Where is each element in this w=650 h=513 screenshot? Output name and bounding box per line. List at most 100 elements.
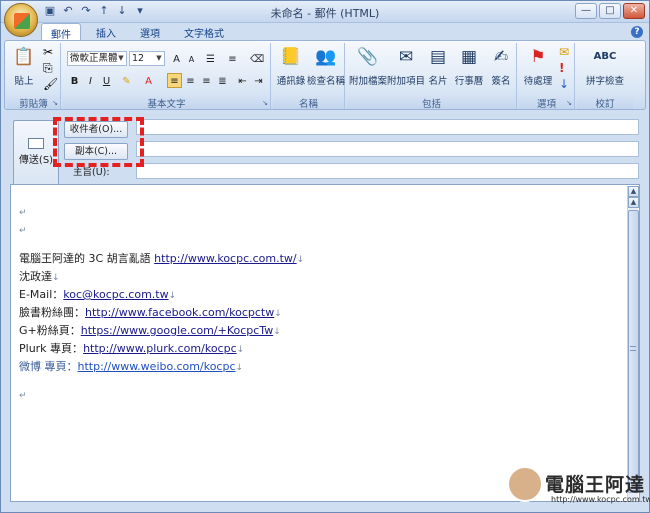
body-text: ↵ ↵ 電腦王阿達的 3C 胡言亂語 http://www.kocpc.com.… <box>19 203 619 493</box>
font-color-icon[interactable]: A <box>141 73 156 88</box>
numbering-icon[interactable]: ≡ <box>225 51 240 66</box>
body-line: 沈政達↓ <box>19 270 60 283</box>
attach-item-label: 附加項目 <box>387 76 426 87</box>
dialog-launcher-icon[interactable]: ↘ <box>52 99 58 107</box>
tab-message[interactable]: 郵件 <box>41 23 81 41</box>
abc-check-icon: ABC <box>593 51 617 62</box>
highlight-annotation <box>53 117 144 167</box>
window-title: 未命名 - 郵件 (HTML) <box>270 7 380 20</box>
calendar-button[interactable]: ▦ 行事曆 <box>451 45 487 87</box>
email-link[interactable]: koc@kocpc.com.tw <box>63 288 168 301</box>
dialog-launcher-icon[interactable]: ↘ <box>262 99 268 107</box>
check-names-label: 檢查名稱 <box>307 76 346 87</box>
group-basic-text: 微軟正黑體 ▼ 12 ▼ A A ☰ ≡ ⌫ B I U ✎ A ≡ ≡ ≡ ≣… <box>63 43 271 110</box>
watermark-name: 電腦王阿達 <box>545 474 646 496</box>
vertical-scrollbar[interactable]: ▲ ▲ <box>627 186 639 500</box>
outlook-compose-window: ▣ ↶ ↷ ↑ ↓ ▾ 未命名 - 郵件 (HTML) — □ ✕ 郵件 插入 … <box>0 0 650 513</box>
attach-item-button[interactable]: ✉ 附加項目 <box>387 45 425 87</box>
permission-icon[interactable]: ✉ <box>559 45 569 59</box>
close-button[interactable]: ✕ <box>623 3 645 19</box>
italic-button[interactable]: I <box>83 73 98 88</box>
business-card-label: 名片 <box>428 76 448 87</box>
scroll-grip-icon <box>630 346 636 351</box>
shrink-font-icon[interactable]: A <box>184 51 199 66</box>
grow-font-icon[interactable]: A <box>169 51 184 66</box>
weibo-link[interactable]: http://www.weibo.com/kocpc <box>78 360 236 373</box>
align-center-icon[interactable]: ≡ <box>183 73 198 88</box>
attach-file-button[interactable]: 📎 附加檔案 <box>349 45 387 87</box>
bullets-icon[interactable]: ☰ <box>203 51 218 66</box>
cut-icon[interactable]: ✂ <box>43 45 53 59</box>
high-importance-icon[interactable]: ! <box>559 61 564 75</box>
body-line: E-Mail：koc@kocpc.com.tw↓ <box>19 288 177 301</box>
blog-link[interactable]: http://www.kocpc.com.tw/ <box>154 252 296 265</box>
office-button[interactable] <box>4 3 38 37</box>
scroll-thumb[interactable] <box>628 210 639 493</box>
body-line: 微博 專頁：http://www.weibo.com/kocpc↓ <box>19 360 244 373</box>
maximize-button[interactable]: □ <box>599 3 621 19</box>
line-break-mark: ↓ <box>52 273 60 283</box>
plurk-link[interactable]: http://www.plurk.com/kocpc <box>83 342 237 355</box>
ribbon: 📋 貼上 ✂ ⎘ 🖌 剪貼簿 ↘ 微軟正黑體 ▼ 12 ▼ A A ☰ ≡ ⌫ <box>4 40 646 110</box>
paragraph-mark: ↵ <box>19 208 27 218</box>
google-plus-link[interactable]: https://www.google.com/+KocpcTw <box>81 324 273 337</box>
watermark: 電腦王阿達 http://www.kocpc.com.tw <box>507 466 650 508</box>
tab-format-text[interactable]: 文字格式 <box>175 23 233 40</box>
body-line: 電腦王阿達的 3C 胡言亂語 http://www.kocpc.com.tw/↓ <box>19 252 305 265</box>
address-book-button[interactable]: 📒 通訊錄 <box>275 45 307 87</box>
line-break-mark: ↓ <box>168 291 177 301</box>
low-importance-icon[interactable]: ↓ <box>559 77 569 91</box>
message-header: 傳送(S) 收件者(O)... 副本(C)... 主旨(U): <box>10 115 642 190</box>
line-break-mark: ↓ <box>273 327 281 337</box>
clear-format-icon[interactable]: ⌫ <box>249 51 264 66</box>
to-field[interactable] <box>136 119 639 135</box>
minimize-button[interactable]: — <box>575 3 597 19</box>
underline-button[interactable]: U <box>99 73 114 88</box>
title-bar: ▣ ↶ ↷ ↑ ↓ ▾ 未命名 - 郵件 (HTML) — □ ✕ <box>1 1 649 23</box>
format-painter-icon[interactable]: 🖌 <box>43 77 58 91</box>
business-card-button[interactable]: ▤ 名片 <box>425 45 451 87</box>
body-line: Plurk 專頁：http://www.plurk.com/kocpc↓ <box>19 342 245 355</box>
tab-insert[interactable]: 插入 <box>87 23 125 40</box>
decrease-indent-icon[interactable]: ⇤ <box>235 73 250 88</box>
envelope-icon: ✉ <box>398 47 414 67</box>
bold-button[interactable]: B <box>67 73 82 88</box>
group-names: 📒 通訊錄 👥 檢查名稱 名稱 <box>273 43 345 110</box>
chevron-down-icon: ▼ <box>156 54 162 62</box>
font-size-combo[interactable]: 12 ▼ <box>129 51 165 66</box>
dialog-launcher-icon[interactable]: ↘ <box>566 99 572 107</box>
font-name-combo[interactable]: 微軟正黑體 ▼ <box>67 51 127 66</box>
signature-button[interactable]: ✍ 簽名 <box>487 45 515 87</box>
scroll-up-icon[interactable]: ▲ <box>628 186 639 197</box>
help-icon[interactable]: ? <box>631 26 643 38</box>
line-break-mark: ↓ <box>296 255 305 265</box>
watermark-url: http://www.kocpc.com.tw <box>551 495 650 504</box>
scroll-up-icon[interactable]: ▲ <box>628 197 639 208</box>
justify-icon[interactable]: ≣ <box>215 73 230 88</box>
cc-field[interactable] <box>136 141 639 157</box>
font-size-value: 12 <box>132 53 145 64</box>
message-body[interactable]: ↵ ↵ 電腦王阿達的 3C 胡言亂語 http://www.kocpc.com.… <box>10 184 640 502</box>
follow-up-button[interactable]: ⚑ 待處理 <box>521 45 555 87</box>
window-controls: — □ ✕ <box>575 3 645 19</box>
align-left-icon[interactable]: ≡ <box>167 73 182 88</box>
highlight-icon[interactable]: ✎ <box>119 73 134 88</box>
group-label-proofing: 校訂 <box>577 96 633 110</box>
paste-button[interactable]: 📋 貼上 <box>11 45 37 87</box>
address-book-label: 通訊錄 <box>276 76 306 87</box>
increase-indent-icon[interactable]: ⇥ <box>251 73 266 88</box>
check-names-button[interactable]: 👥 檢查名稱 <box>307 45 345 87</box>
align-right-icon[interactable]: ≡ <box>199 73 214 88</box>
paste-label: 貼上 <box>14 76 34 87</box>
tab-options[interactable]: 選項 <box>131 23 169 40</box>
facebook-link[interactable]: http://www.facebook.com/kocpctw <box>85 306 274 319</box>
subject-field[interactable] <box>136 163 639 179</box>
copy-icon[interactable]: ⎘ <box>43 61 53 75</box>
chevron-down-icon: ▼ <box>118 54 124 62</box>
signature-icon: ✍ <box>493 47 509 67</box>
spelling-button[interactable]: ABC 拼字檢查 <box>581 45 629 87</box>
group-options: ⚑ 待處理 ✉ ! ↓ 選項 ↘ <box>519 43 575 110</box>
send-label: 傳送(S) <box>18 155 54 166</box>
business-card-icon: ▤ <box>429 47 447 67</box>
ribbon-tabs: 郵件 插入 選項 文字格式 <box>41 23 233 41</box>
